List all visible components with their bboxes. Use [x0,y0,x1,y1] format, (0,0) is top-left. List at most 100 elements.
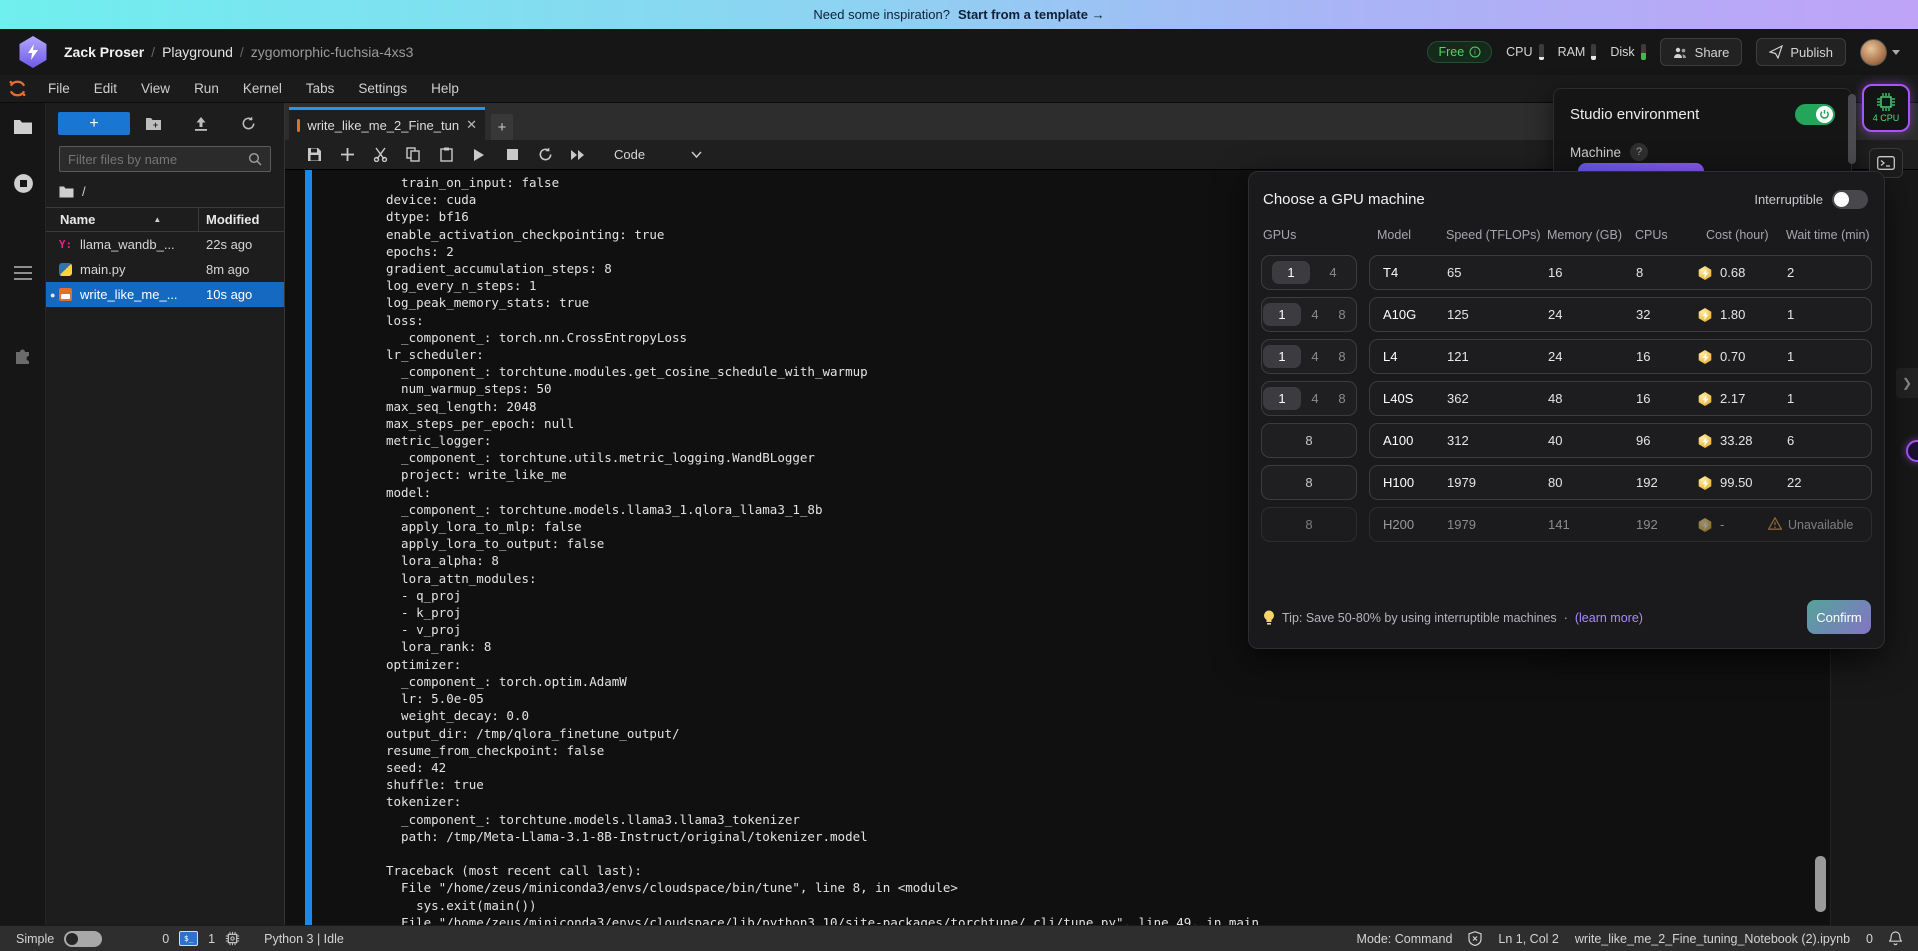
column-modified[interactable]: Modified [206,212,259,227]
gpu-count-option[interactable]: 8 [1296,433,1322,448]
cursor-position[interactable]: Ln 1, Col 2 [1498,932,1558,946]
upload-icon[interactable] [177,116,224,131]
kernel-status[interactable]: Python 3 | Idle [264,932,344,946]
filter-files-input[interactable] [68,152,248,167]
stop-kernel-icon[interactable] [503,146,521,164]
environment-toggle[interactable] [1795,104,1835,125]
gpu-count-option[interactable]: 1 [1263,303,1301,326]
gpu-count-selector[interactable]: 8 [1261,465,1357,500]
promo-banner[interactable]: Need some inspiration? Start from a temp… [0,0,1918,29]
active-filename[interactable]: write_like_me_2_Fine_tuning_Notebook (2)… [1575,932,1850,946]
add-cell-icon[interactable] [338,146,356,164]
shield-icon[interactable] [1468,931,1482,946]
breadcrumb-project[interactable]: zygomorphic-fuchsia-4xs3 [251,44,414,60]
gpu-count-option[interactable]: 4 [1320,265,1346,280]
cell-type-dropdown[interactable]: Code [614,147,702,162]
menu-edit[interactable]: Edit [82,75,129,102]
gpu-machine-option[interactable]: L40S36248162.171 [1369,381,1872,416]
gpu-count-option[interactable]: 4 [1302,307,1328,322]
menu-view[interactable]: View [129,75,182,102]
menu-kernel[interactable]: Kernel [231,75,294,102]
kernel-chip-icon[interactable] [225,931,240,946]
active-cell-bar[interactable] [305,170,312,925]
help-icon[interactable]: ? [1630,143,1648,161]
menu-tabs[interactable]: Tabs [294,75,347,102]
output-line: num_warmup_steps: 50 [386,380,1259,397]
column-name[interactable]: Name [60,212,95,227]
gpu-machine-option[interactable]: A10G12524321.801 [1369,297,1872,332]
banner-cta-link[interactable]: Start from a template → [958,7,1105,22]
restart-kernel-icon[interactable] [536,146,554,164]
gpu-count-selector[interactable]: 8 [1261,507,1357,542]
breadcrumb-user[interactable]: Zack Proser [64,44,144,60]
cut-cell-icon[interactable] [371,146,389,164]
gpu-count-option[interactable]: 8 [1329,307,1355,322]
gpu-count-option[interactable]: 4 [1302,349,1328,364]
running-kernels-icon[interactable] [11,171,35,195]
file-list-header[interactable]: Name ▲ Modified [46,207,284,232]
avatar[interactable] [1860,39,1887,66]
gpu-count-option[interactable]: 1 [1272,261,1310,284]
gpu-machine-option[interactable]: A100312409633.286 [1369,423,1872,458]
file-row[interactable]: Y:llama_wandb_...22s ago [46,232,284,257]
table-of-contents-icon[interactable] [11,261,35,285]
interruptible-toggle[interactable] [1832,190,1868,209]
publish-button[interactable]: Publish [1756,38,1846,66]
gpu-count-option[interactable]: 4 [1302,391,1328,406]
copy-cell-icon[interactable] [404,146,422,164]
gpu-count-option[interactable]: 8 [1329,391,1355,406]
gpu-count-selector[interactable]: 148 [1261,339,1357,374]
simple-mode-toggle[interactable] [64,931,102,947]
gpu-machine-option[interactable]: L412124160.701 [1369,339,1872,374]
gpu-count-selector[interactable]: 8 [1261,423,1357,458]
machine-cpu-chip[interactable]: 4 CPU [1862,84,1910,132]
run-cell-icon[interactable] [470,146,488,164]
menu-file[interactable]: File [36,75,82,102]
new-folder-icon[interactable]: + [130,117,177,131]
panel-scrollbar[interactable] [1848,94,1856,164]
menu-help[interactable]: Help [419,75,471,102]
extensions-puzzle-icon[interactable] [11,343,35,367]
bell-icon[interactable] [1889,931,1902,946]
gpu-count-selector[interactable]: 148 [1261,297,1357,332]
new-tab-button[interactable]: + [491,114,513,140]
notebook-scrollbar[interactable] [1815,856,1826,912]
gpu-count-option[interactable]: 8 [1329,349,1355,364]
collapse-panel-button[interactable]: ❯ [1896,368,1918,398]
file-row[interactable]: main.py8m ago [46,257,284,282]
ram-gauge[interactable]: RAM [1558,44,1597,60]
filter-files-box[interactable] [59,146,271,172]
gpu-count-option[interactable]: 8 [1296,517,1322,532]
user-menu[interactable] [1860,39,1900,66]
lightning-logo-icon[interactable] [18,36,48,68]
restart-run-all-icon[interactable] [569,146,587,164]
disk-gauge[interactable]: Disk [1610,44,1645,60]
cpu-gauge[interactable]: CPU [1506,44,1543,60]
gpu-count-option[interactable]: 8 [1296,475,1322,490]
learn-more-link[interactable]: (learn more) [1575,611,1643,625]
close-icon[interactable]: ✕ [466,117,477,133]
gpu-count-option[interactable]: 1 [1263,345,1301,368]
paste-cell-icon[interactable] [437,146,455,164]
menu-run[interactable]: Run [182,75,231,102]
breadcrumb-section[interactable]: Playground [162,44,233,60]
gpu-machine-option[interactable]: H10019798019299.5022 [1369,465,1872,500]
gpu-count-option[interactable]: 1 [1263,387,1301,410]
new-launcher-button[interactable]: + [58,112,130,135]
refresh-icon[interactable] [225,116,272,131]
menu-settings[interactable]: Settings [346,75,419,102]
file-browser-icon[interactable] [11,115,35,139]
save-icon[interactable] [305,146,323,164]
gpu-count-selector[interactable]: 148 [1261,381,1357,416]
gpu-machine-option[interactable]: H2001979141192-Unavailable [1369,507,1872,542]
tab-notebook[interactable]: write_like_me_2_Fine_tun ✕ [289,107,485,140]
file-row[interactable]: ●write_like_me_...10s ago [46,282,284,307]
terminal-count-icon[interactable]: $_ [179,931,198,946]
gpu-machine-option[interactable]: T4651680.682 [1369,255,1872,290]
confirm-button[interactable]: Confirm [1807,600,1871,634]
gpu-model: H200 [1383,517,1414,532]
plan-badge[interactable]: Free i [1427,41,1492,63]
gpu-count-selector[interactable]: 14 [1261,255,1357,290]
file-breadcrumb[interactable]: / [46,172,284,207]
share-button[interactable]: Share [1660,38,1743,66]
